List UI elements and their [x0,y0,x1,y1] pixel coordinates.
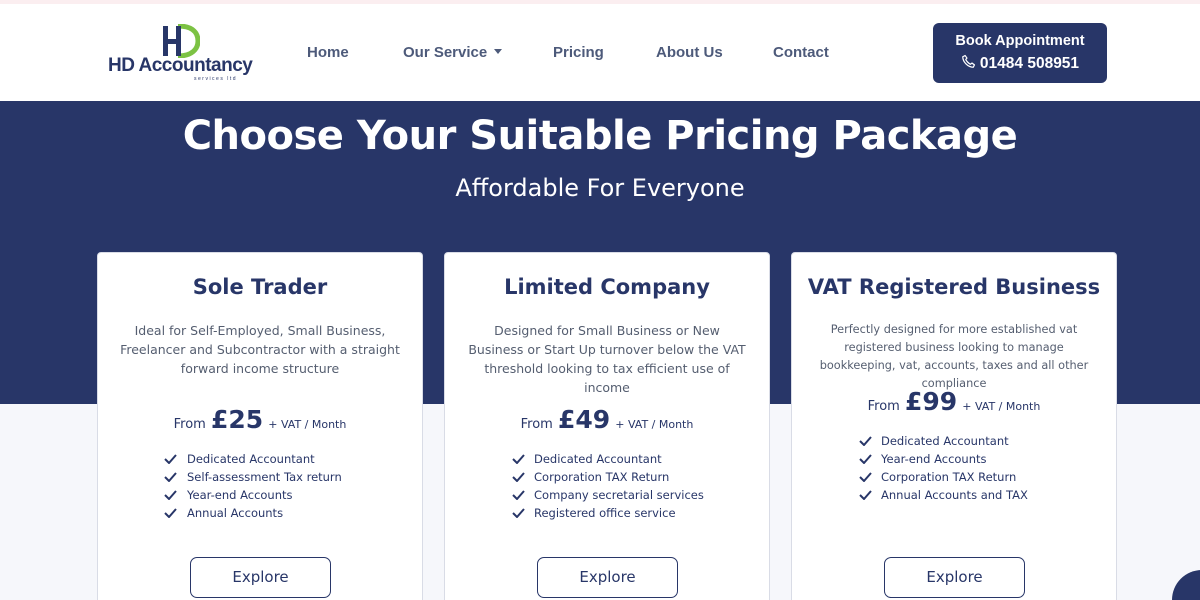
plan-price: From £25 + VAT / Month [98,405,422,434]
hd-accountancy-logo[interactable]: HD Accountancy services ltd [108,24,253,84]
list-item: Self-assessment Tax return [98,470,422,488]
logo-brand: HD Accountancy [108,55,253,76]
list-item: Corporation TAX Return [445,470,769,488]
check-icon [859,472,872,482]
plan-card-limited-company: Limited Company Designed for Small Busin… [444,252,770,600]
feature-text: Corporation TAX Return [534,470,670,484]
price-suffix: + VAT / Month [962,400,1041,413]
list-item: Corporation TAX Return [792,470,1116,488]
plan-price: From £49 + VAT / Month [445,405,769,434]
plan-card-vat-registered: VAT Registered Business Perfectly design… [791,252,1117,600]
feature-text: Dedicated Accountant [534,452,662,466]
site-header: HD Accountancy services ltd Home Our Ser… [0,4,1200,101]
feature-text: Annual Accounts [187,506,284,520]
explore-button[interactable]: Explore [884,557,1025,598]
list-item: Year-end Accounts [792,452,1116,470]
feature-text: Dedicated Accountant [881,434,1009,448]
list-item: Company secretarial services [445,488,769,506]
plan-title: Limited Company [504,275,710,299]
chevron-down-icon [494,49,503,54]
logo-wordmark: HD Accountancy [108,55,253,77]
plan-description: Ideal for Self-Employed, Small Business,… [120,323,400,376]
check-icon [164,472,177,482]
check-icon [164,454,177,464]
feature-text: Company secretarial services [534,488,704,502]
feature-text: Annual Accounts and TAX [881,488,1028,502]
feature-text: Year-end Accounts [881,452,987,466]
feature-list: Dedicated Accountant Self-assessment Tax… [98,452,422,524]
plan-price: From £99 + VAT / Month [792,387,1116,416]
book-appointment-label: Book Appointment [955,33,1085,49]
check-icon [512,454,525,464]
feature-text: Self-assessment Tax return [187,470,342,484]
book-appointment-button[interactable]: Book Appointment 01484 508951 [933,23,1107,83]
price-from-label: From [867,399,900,414]
plan-description: Designed for Small Business or New Busin… [468,323,746,395]
feature-text: Registered office service [534,506,676,520]
page-title: Choose Your Suitable Pricing Package [182,113,1018,159]
phone-number-line: 01484 508951 [933,54,1107,73]
phone-number: 01484 508951 [979,55,1080,72]
plan-card-sole-trader: Sole Trader Ideal for Self-Employed, Sma… [97,252,423,600]
list-item: Dedicated Accountant [98,452,422,470]
nav-our-service[interactable]: Our Service [403,44,503,61]
check-icon [164,490,177,500]
list-item: Annual Accounts and TAX [792,488,1116,506]
list-item: Dedicated Accountant [792,434,1116,452]
list-item: Year-end Accounts [98,488,422,506]
price-from-label: From [520,417,553,432]
feature-list: Dedicated Accountant Corporation TAX Ret… [445,452,769,524]
check-icon [512,490,525,500]
nav-pricing[interactable]: Pricing [553,44,604,61]
list-item: Annual Accounts [98,506,422,524]
explore-button[interactable]: Explore [537,557,678,598]
plan-description: Perfectly designed for more established … [819,323,1089,390]
explore-button[interactable]: Explore [190,557,331,598]
price-suffix: + VAT / Month [268,418,347,431]
plan-title: VAT Registered Business [807,275,1101,299]
check-icon [512,508,525,518]
nav-our-service-label: Our Service [403,44,488,61]
phone-icon [962,54,975,68]
nav-about-us[interactable]: About Us [656,44,723,61]
check-icon [512,472,525,482]
hd-logo-mark-icon [163,24,200,58]
chat-widget-button[interactable] [1172,570,1200,600]
price-suffix: + VAT / Month [615,418,694,431]
list-item: Registered office service [445,506,769,524]
price-amount: £49 [557,405,611,434]
nav-home[interactable]: Home [307,44,349,61]
feature-text: Dedicated Accountant [187,452,315,466]
check-icon [859,490,872,500]
price-amount: £99 [904,387,958,416]
feature-text: Year-end Accounts [187,488,293,502]
feature-list: Dedicated Accountant Year-end Accounts C… [792,434,1116,506]
list-item: Dedicated Accountant [445,452,769,470]
check-icon [859,436,872,446]
feature-text: Corporation TAX Return [881,470,1017,484]
page-subtitle: Affordable For Everyone [455,174,745,202]
nav-contact[interactable]: Contact [773,44,829,61]
price-from-label: From [173,417,206,432]
logo-tagline: services ltd [194,76,238,82]
check-icon [859,454,872,464]
check-icon [164,508,177,518]
plan-title: Sole Trader [192,275,328,299]
price-amount: £25 [210,405,264,434]
